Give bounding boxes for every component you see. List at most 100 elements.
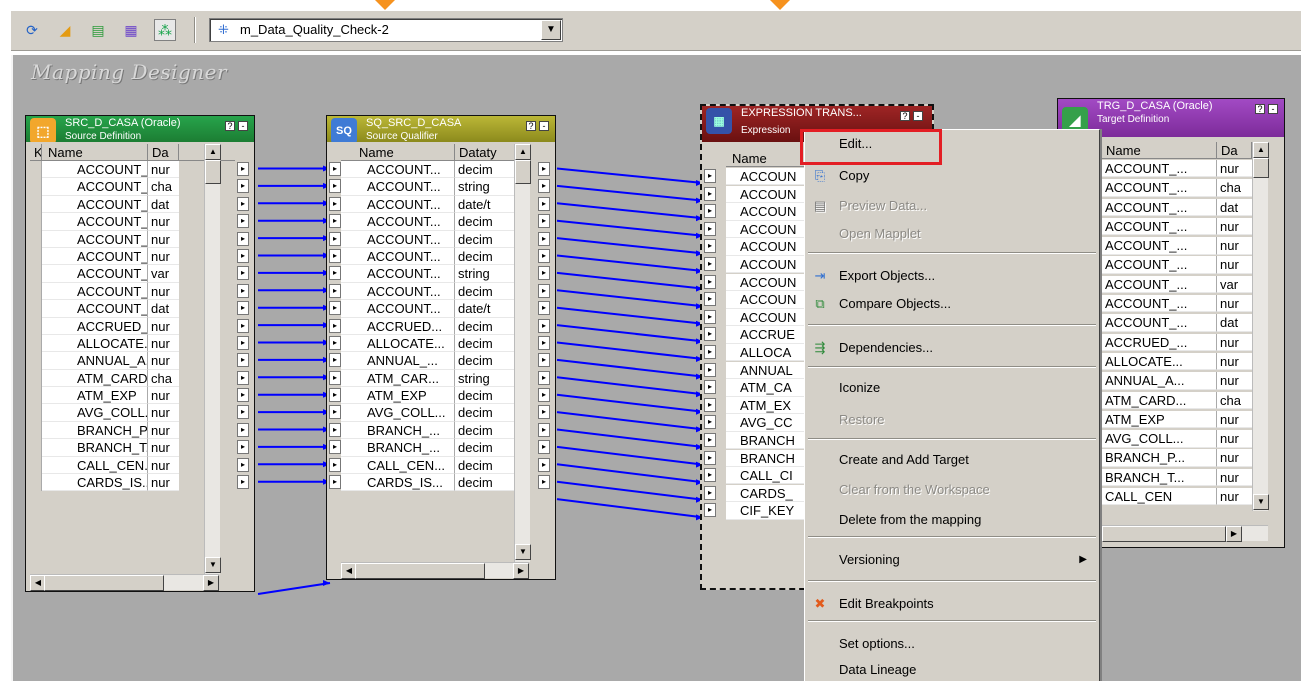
output-port[interactable]: ▸ (538, 405, 550, 420)
input-port[interactable]: ▸ (329, 248, 341, 263)
scroll-up-icon[interactable]: ▲ (1253, 142, 1269, 158)
input-port[interactable]: ▸ (329, 231, 341, 246)
scroll-thumb[interactable] (515, 160, 531, 184)
output-port[interactable]: ▸ (237, 301, 249, 316)
qualifier-to-expression-link[interactable] (556, 376, 704, 396)
menu-item-compare-objects[interactable]: ⧉ Compare Objects... (805, 292, 1099, 316)
input-port[interactable]: ▸ (704, 380, 716, 395)
input-port[interactable]: ▸ (329, 475, 341, 490)
scroll-up-icon[interactable]: ▲ (205, 144, 221, 160)
input-port[interactable]: ▸ (704, 221, 716, 236)
output-port[interactable]: ▸ (237, 388, 249, 403)
target-vertical-scrollbar[interactable]: ▲ ▼ (1252, 142, 1269, 511)
qualifier-to-expression-link[interactable] (556, 324, 704, 343)
minimize-icon[interactable]: - (913, 111, 923, 121)
horizontal-scroll-thumb[interactable] (44, 575, 164, 591)
input-port[interactable]: ▸ (704, 432, 716, 447)
menu-item-export-objects[interactable]: ⇥ Export Objects... (805, 264, 1099, 288)
help-icon[interactable]: ? (1255, 104, 1265, 114)
output-port[interactable]: ▸ (538, 335, 550, 350)
menu-item-set-options[interactable]: Set options... (805, 632, 1099, 656)
qualifier-vertical-scrollbar[interactable]: ▲ ▼ (514, 144, 531, 562)
qualifier-to-expression-link[interactable] (556, 463, 704, 484)
menu-item-create-and-add-target[interactable]: Create and Add Target (805, 448, 1099, 472)
output-port[interactable]: ▸ (237, 266, 249, 281)
menu-item-iconize[interactable]: Iconize (805, 376, 1099, 400)
input-port[interactable]: ▸ (704, 274, 716, 289)
output-port[interactable]: ▸ (237, 370, 249, 385)
output-port[interactable]: ▸ (538, 318, 550, 333)
source-vertical-scrollbar[interactable]: ▲ ▼ (204, 144, 221, 574)
output-port[interactable]: ▸ (237, 162, 249, 176)
qualifier-to-expression-link[interactable] (556, 202, 704, 220)
input-port[interactable]: ▸ (329, 457, 341, 472)
minimize-icon[interactable]: - (238, 121, 248, 131)
output-port[interactable]: ▸ (237, 283, 249, 298)
input-port[interactable]: ▸ (329, 422, 341, 437)
input-port[interactable]: ▸ (704, 186, 716, 201)
qualifier-to-expression-link[interactable] (556, 498, 704, 519)
menu-item-versioning[interactable]: Versioning ▶ (805, 548, 1099, 572)
output-port[interactable]: ▸ (237, 457, 249, 472)
output-port[interactable]: ▸ (538, 196, 550, 211)
output-port[interactable]: ▸ (538, 179, 550, 194)
input-port[interactable]: ▸ (704, 256, 716, 271)
input-port[interactable]: ▸ (704, 292, 716, 307)
output-port[interactable]: ▸ (237, 231, 249, 246)
qualifier-to-expression-link[interactable] (556, 393, 704, 413)
minimize-icon[interactable]: - (539, 121, 549, 131)
input-port[interactable]: ▸ (329, 196, 341, 211)
input-port[interactable]: ▸ (704, 397, 716, 412)
qualifier-header[interactable]: SQ SQ_SRC_D_CASA Source Qualifier ? - (327, 116, 555, 142)
input-port[interactable]: ▸ (329, 301, 341, 316)
qualifier-to-expression-link[interactable] (556, 358, 704, 378)
output-port[interactable]: ▸ (538, 283, 550, 298)
help-icon[interactable]: ? (225, 121, 235, 131)
input-port[interactable]: ▸ (329, 353, 341, 368)
qualifier-to-expression-link[interactable] (556, 271, 704, 290)
output-port[interactable]: ▸ (538, 475, 550, 490)
input-port[interactable]: ▸ (704, 362, 716, 377)
qualifier-to-expression-link[interactable] (556, 428, 704, 448)
scroll-thumb[interactable] (1253, 158, 1269, 178)
qualifier-to-expression-link[interactable] (556, 306, 704, 325)
output-port[interactable]: ▸ (237, 214, 249, 229)
input-port[interactable]: ▸ (329, 283, 341, 298)
output-port[interactable]: ▸ (237, 353, 249, 368)
output-port[interactable]: ▸ (538, 388, 550, 403)
menu-item-delete-from-the-mapping[interactable]: Delete from the mapping (805, 508, 1099, 532)
output-port[interactable]: ▸ (237, 196, 249, 211)
input-port[interactable]: ▸ (329, 266, 341, 281)
input-port[interactable]: ▸ (329, 440, 341, 455)
help-icon[interactable]: ? (900, 111, 910, 121)
minimize-icon[interactable]: - (1268, 104, 1278, 114)
input-port[interactable]: ▸ (329, 214, 341, 229)
output-port[interactable]: ▸ (538, 353, 550, 368)
help-icon[interactable]: ? (526, 121, 536, 131)
source-horizontal-scrollbar[interactable]: ◀ ▶ (30, 574, 219, 591)
scroll-down-icon[interactable]: ▼ (205, 557, 221, 573)
input-port[interactable]: ▸ (704, 344, 716, 359)
output-port[interactable]: ▸ (538, 370, 550, 385)
input-port[interactable]: ▸ (329, 388, 341, 403)
output-port[interactable]: ▸ (237, 440, 249, 455)
horizontal-scroll-thumb[interactable] (1102, 526, 1226, 542)
output-port[interactable]: ▸ (538, 266, 550, 281)
qualifier-to-expression-link[interactable] (556, 167, 704, 184)
input-port[interactable]: ▸ (704, 503, 716, 518)
qualifier-to-expression-link[interactable] (556, 254, 704, 272)
scroll-right-icon[interactable]: ▶ (203, 575, 219, 591)
output-port[interactable]: ▸ (237, 179, 249, 194)
target-horizontal-scrollbar[interactable]: ▶ (1102, 525, 1268, 542)
output-port[interactable]: ▸ (237, 248, 249, 263)
scroll-up-icon[interactable]: ▲ (515, 144, 531, 160)
input-port[interactable]: ▸ (704, 485, 716, 500)
input-port[interactable]: ▸ (329, 162, 341, 176)
source-header[interactable]: ⬚ SRC_D_CASA (Oracle) Source Definition … (26, 116, 254, 142)
qualifier-to-expression-link[interactable] (556, 219, 704, 237)
output-port[interactable]: ▸ (538, 214, 550, 229)
qualifier-horizontal-scrollbar[interactable]: ◀ ▶ (341, 562, 529, 579)
qualifier-to-expression-link[interactable] (556, 480, 704, 501)
input-port[interactable]: ▸ (329, 179, 341, 194)
output-port[interactable]: ▸ (237, 475, 249, 490)
